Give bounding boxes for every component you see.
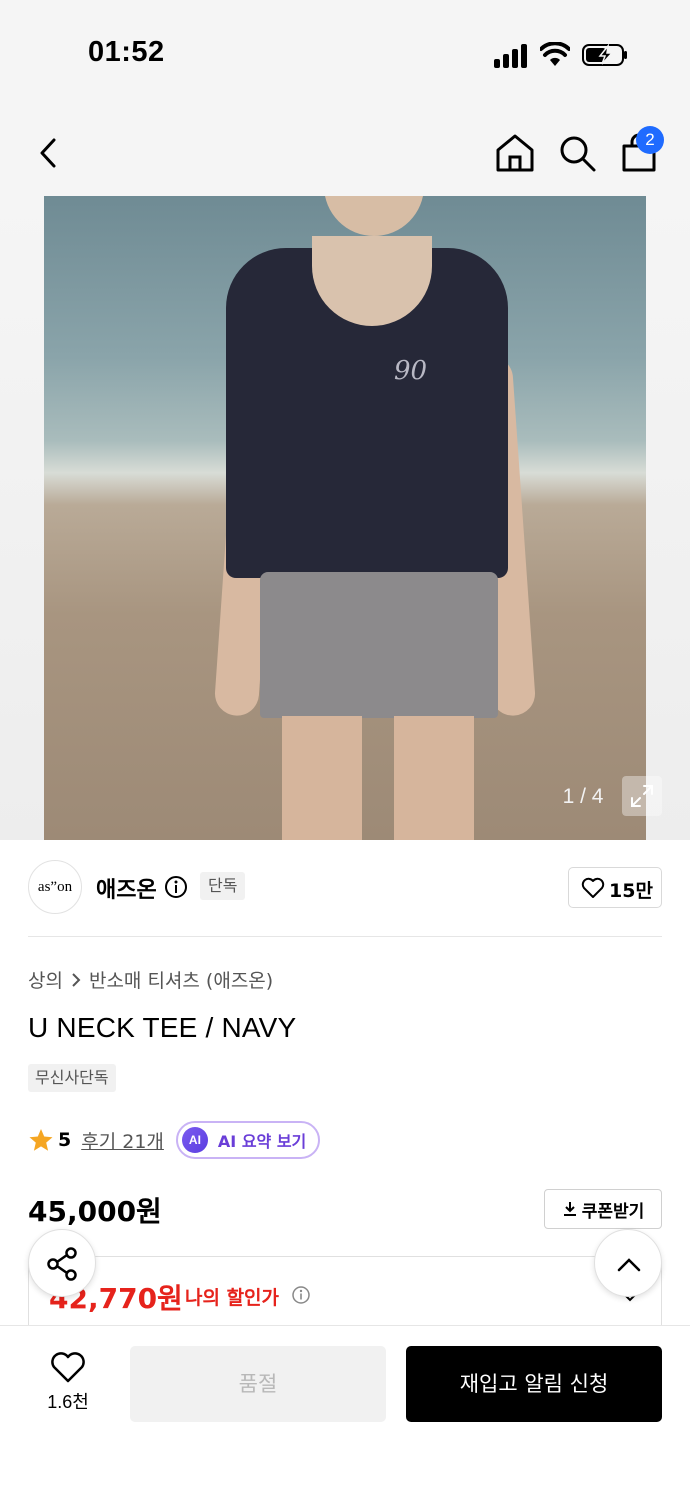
- brand-like-button[interactable]: 15만: [568, 867, 662, 908]
- photo-leg-left: [282, 716, 362, 840]
- heart-icon: [51, 1352, 85, 1383]
- rating-value: 5: [58, 1129, 72, 1151]
- star-icon: [29, 1129, 53, 1151]
- status-time: 01:52: [88, 36, 165, 68]
- brand-row: as”on 애즈온 단독 15만: [28, 860, 662, 916]
- breadcrumb-category[interactable]: 상의: [28, 966, 63, 993]
- ai-summary-label: AI 요약 보기: [217, 1132, 307, 1151]
- restock-alert-button[interactable]: 재입고 알림 신청: [406, 1346, 662, 1422]
- search-icon[interactable]: [554, 130, 600, 176]
- photo-leg-right: [394, 716, 474, 840]
- wishlist-count: 1.6천: [47, 1392, 89, 1412]
- download-icon: [563, 1202, 576, 1216]
- musinsa-exclusive-tag: 무신사단독: [28, 1064, 116, 1092]
- review-row: 5 후기 21개 AI AI 요약 보기: [28, 1120, 321, 1160]
- photo-tee-logo: 90: [394, 356, 428, 386]
- scroll-top-button[interactable]: [594, 1229, 662, 1297]
- info-icon[interactable]: [291, 1285, 311, 1305]
- heart-icon: [581, 877, 605, 898]
- product-gallery[interactable]: 90: [0, 196, 690, 840]
- brand-like-count: 15만: [609, 880, 653, 902]
- product-photo[interactable]: 90: [44, 196, 646, 840]
- chevron-right-icon: [72, 972, 81, 987]
- ai-badge-icon: AI: [181, 1127, 208, 1153]
- exclusive-tag: 단독: [200, 872, 246, 900]
- divider: [28, 936, 662, 937]
- gallery-page-indicator: 1 / 4: [562, 785, 604, 808]
- breadcrumb-subcategory[interactable]: 반소매 티셔츠 (애즈온): [89, 966, 273, 993]
- soldout-button[interactable]: 품절: [130, 1346, 386, 1422]
- product-title: U NECK TEE / NAVY: [28, 1012, 297, 1043]
- info-icon[interactable]: [164, 875, 188, 899]
- photo-skirt: [260, 572, 498, 718]
- back-icon[interactable]: [26, 130, 72, 176]
- battery-charging-icon: [582, 44, 627, 66]
- discount-label: 나의 할인가: [185, 1287, 280, 1309]
- wishlist-button[interactable]: 1.6천: [28, 1346, 108, 1426]
- ai-summary-button[interactable]: AI AI 요약 보기: [175, 1121, 321, 1159]
- cart-count-badge: 2: [636, 126, 664, 154]
- status-bar: 01:52: [0, 0, 690, 110]
- cellular-signal-icon: [494, 42, 530, 68]
- review-link[interactable]: 후기 21개: [81, 1127, 164, 1154]
- photo-face: [324, 196, 424, 236]
- breadcrumb: 상의 반소매 티셔츠 (애즈온): [28, 966, 273, 993]
- share-button[interactable]: [28, 1229, 96, 1297]
- chevron-up-icon: [617, 1258, 641, 1272]
- home-icon[interactable]: [492, 130, 538, 176]
- wifi-icon: [540, 42, 570, 66]
- coupon-label: 쿠폰받기: [581, 1201, 645, 1222]
- coupon-button[interactable]: 쿠폰받기: [544, 1189, 662, 1229]
- brand-logo[interactable]: as”on: [28, 860, 82, 914]
- expand-icon[interactable]: [622, 776, 662, 816]
- product-price: 45,000원: [28, 1195, 162, 1228]
- bottom-action-bar: 1.6천 품절 재입고 알림 신청: [0, 1325, 690, 1500]
- brand-name[interactable]: 애즈온: [96, 872, 157, 904]
- top-nav: [0, 110, 690, 196]
- share-icon: [47, 1247, 77, 1281]
